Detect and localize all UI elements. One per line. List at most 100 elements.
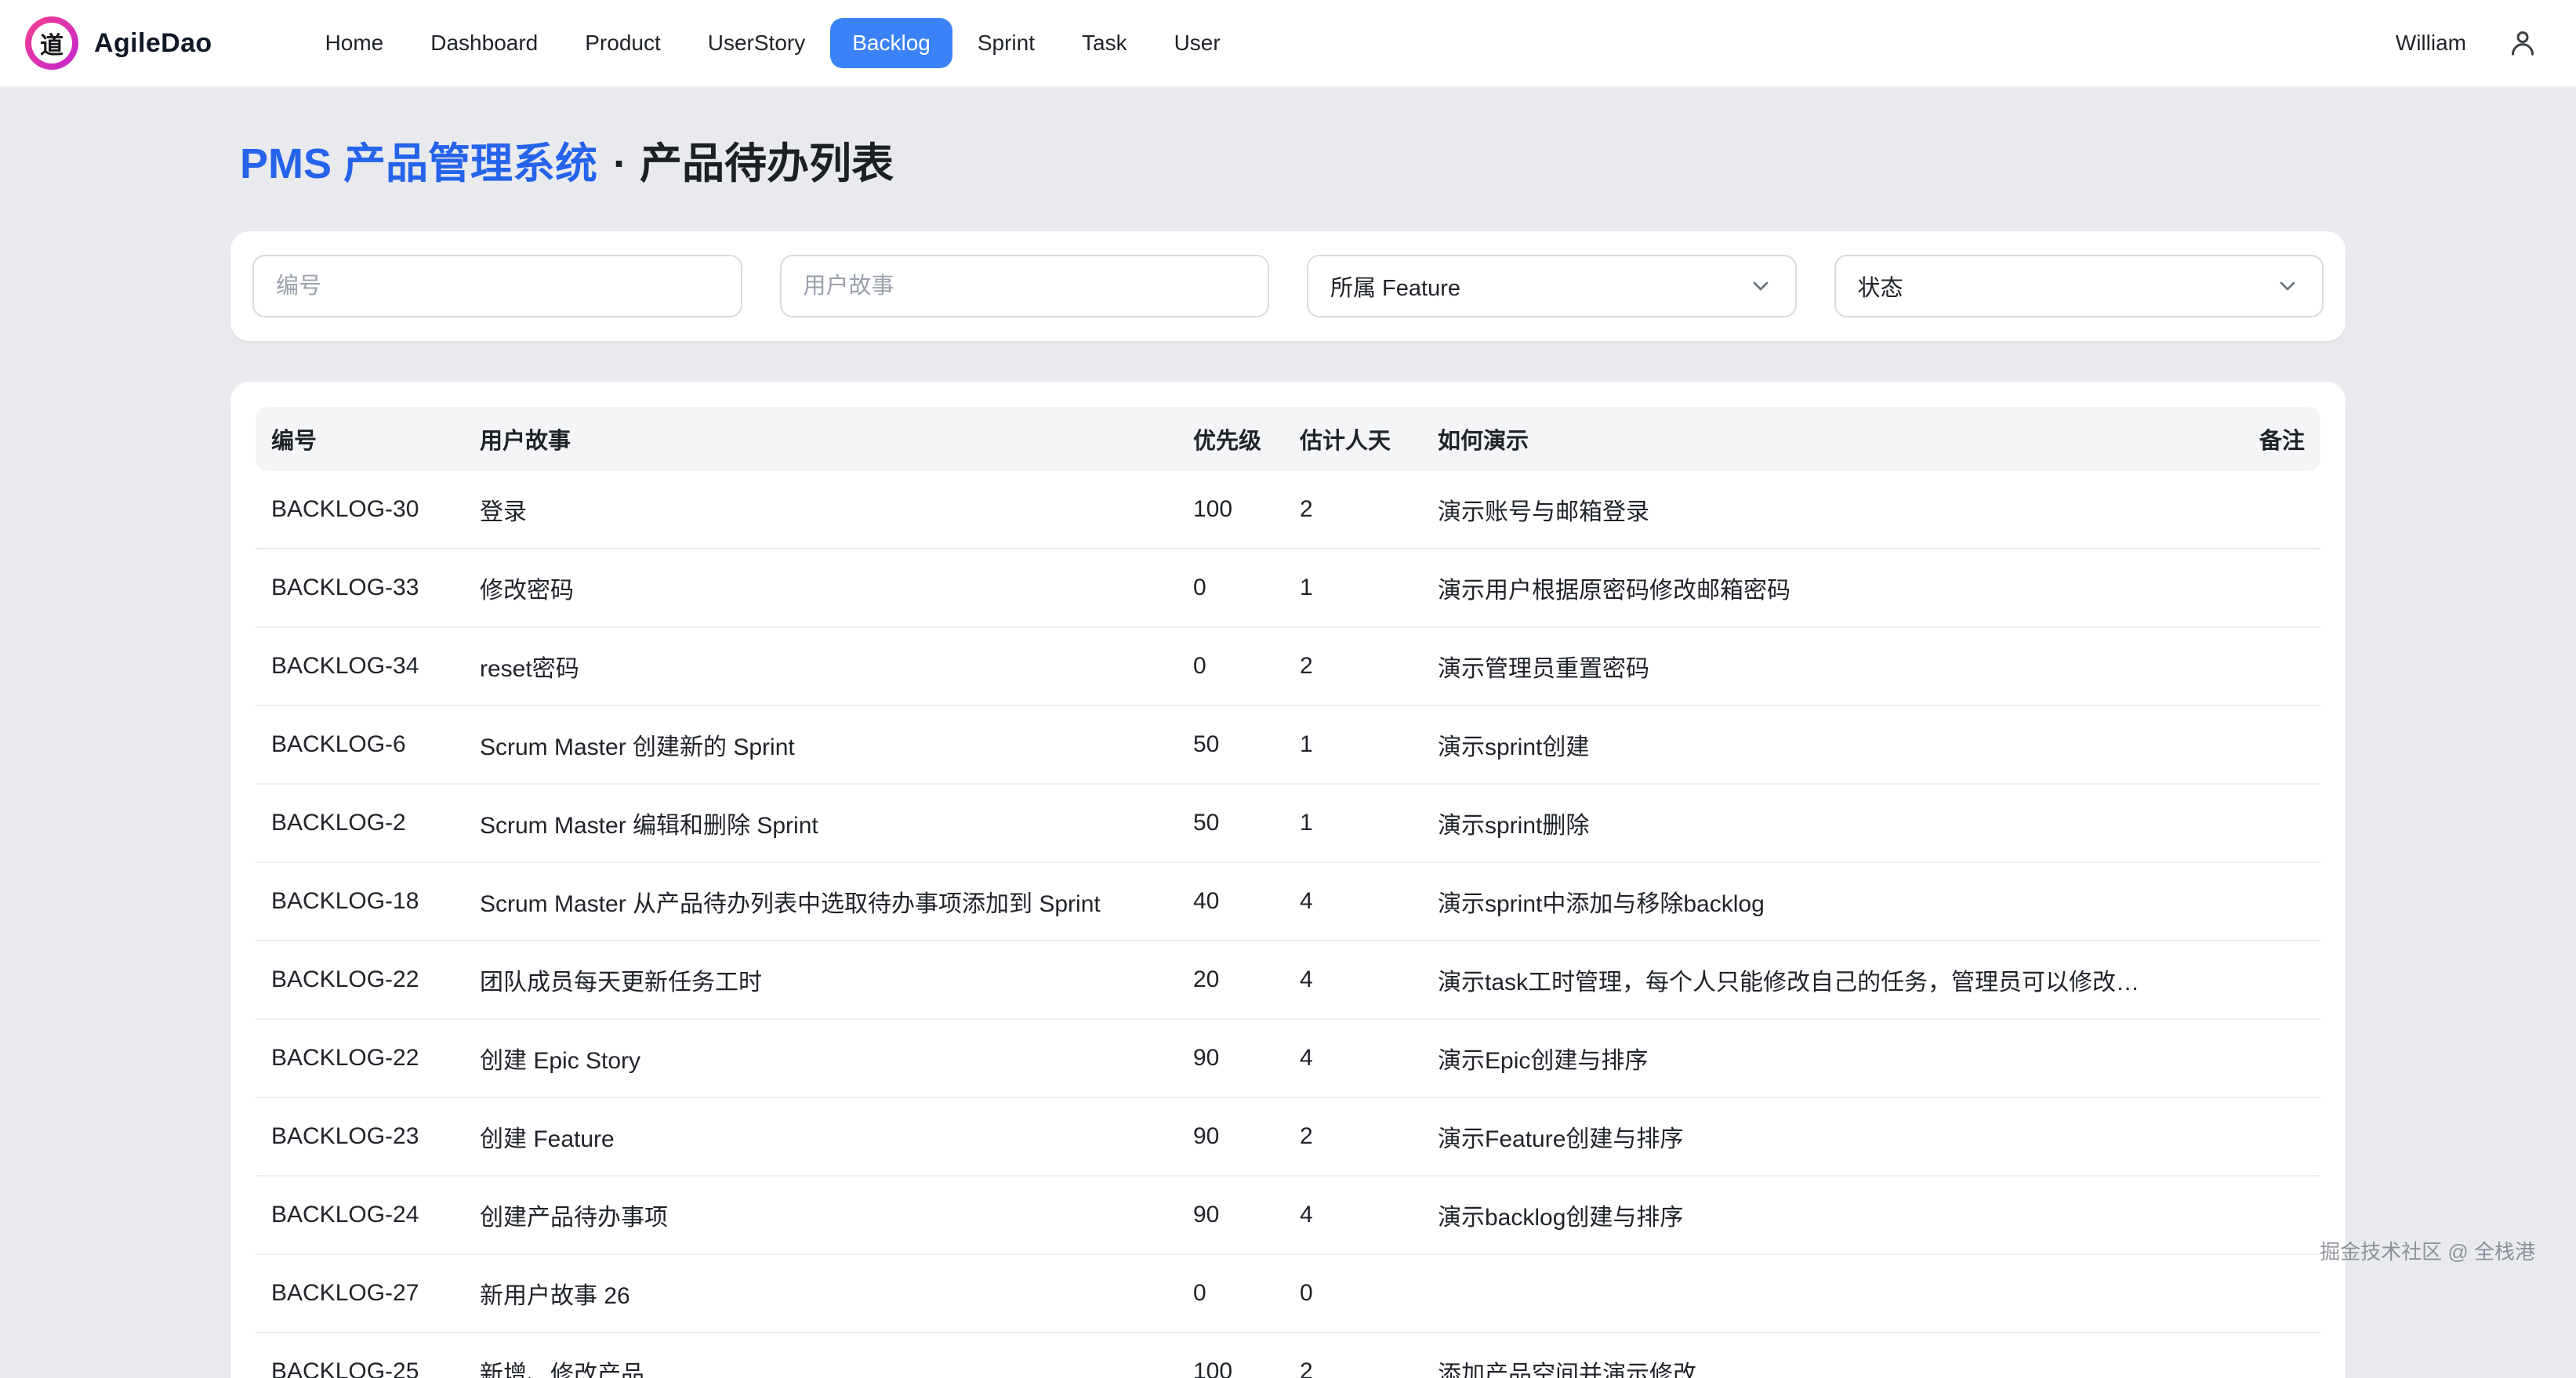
nav-item-product[interactable]: Product xyxy=(563,18,683,68)
column-header-如何演示: 如何演示 xyxy=(1422,407,2171,471)
cell-note xyxy=(2171,941,2320,1019)
cell-days: 2 xyxy=(1284,1097,1422,1176)
cell-note xyxy=(2171,705,2320,784)
cell-days: 2 xyxy=(1284,471,1422,549)
nav-item-task[interactable]: Task xyxy=(1060,18,1149,68)
backlog-table-card: 编号用户故事优先级估计人天如何演示备注 BACKLOG-30 登录 100 2 … xyxy=(230,382,2346,1378)
cell-story: Scrum Master 从产品待办列表中选取待办事项添加到 Sprint xyxy=(464,862,1177,941)
cell-story: 新用户故事 26 xyxy=(464,1254,1177,1333)
table-row[interactable]: BACKLOG-18 Scrum Master 从产品待办列表中选取待办事项添加… xyxy=(256,862,2320,941)
main-nav: HomeDashboardProductUserStoryBacklogSpri… xyxy=(303,18,1243,68)
cell-id: BACKLOG-30 xyxy=(256,471,464,549)
table-row[interactable]: BACKLOG-24 创建产品待办事项 90 4 演示backlog创建与排序 xyxy=(256,1176,2320,1254)
status-select[interactable]: 状态 xyxy=(1834,255,2324,317)
cell-demo: 演示sprint创建 xyxy=(1422,705,2171,784)
cell-story: 新增、修改产品 xyxy=(464,1333,1177,1378)
cell-days: 0 xyxy=(1284,1254,1422,1333)
nav-item-userstory[interactable]: UserStory xyxy=(686,18,827,68)
nav-item-sprint[interactable]: Sprint xyxy=(956,18,1057,68)
cell-id: BACKLOG-18 xyxy=(256,862,464,941)
cell-note xyxy=(2171,627,2320,705)
cell-priority: 90 xyxy=(1177,1176,1284,1254)
table-row[interactable]: BACKLOG-22 团队成员每天更新任务工时 20 4 演示task工时管理，… xyxy=(256,941,2320,1019)
cell-note xyxy=(2171,1254,2320,1333)
id-filter-input[interactable] xyxy=(252,255,742,317)
cell-story: Scrum Master 创建新的 Sprint xyxy=(464,705,1177,784)
cell-priority: 0 xyxy=(1177,549,1284,627)
cell-note xyxy=(2171,1333,2320,1378)
cell-story: 创建 Feature xyxy=(464,1097,1177,1176)
story-filter-input[interactable] xyxy=(780,255,1270,317)
cell-story: 团队成员每天更新任务工时 xyxy=(464,941,1177,1019)
nav-item-home[interactable]: Home xyxy=(303,18,406,68)
cell-story: 创建 Epic Story xyxy=(464,1019,1177,1097)
cell-id: BACKLOG-2 xyxy=(256,784,464,862)
cell-days: 2 xyxy=(1284,1333,1422,1378)
cell-priority: 50 xyxy=(1177,784,1284,862)
table-row[interactable]: BACKLOG-2 Scrum Master 编辑和删除 Sprint 50 1… xyxy=(256,784,2320,862)
status-select-value: 状态 xyxy=(1858,270,1903,303)
cell-days: 4 xyxy=(1284,1176,1422,1254)
navbar: 道 AgileDao HomeDashboardProductUserStory… xyxy=(0,0,2576,88)
nav-item-user[interactable]: User xyxy=(1152,18,1243,68)
cell-demo: 演示backlog创建与排序 xyxy=(1422,1176,2171,1254)
cell-note xyxy=(2171,1176,2320,1254)
table-row[interactable]: BACKLOG-25 新增、修改产品 100 2 添加产品空间并演示修改 xyxy=(256,1333,2320,1378)
cell-demo: 演示用户根据原密码修改邮箱密码 xyxy=(1422,549,2171,627)
backlog-table: 编号用户故事优先级估计人天如何演示备注 BACKLOG-30 登录 100 2 … xyxy=(256,407,2320,1378)
cell-demo: 添加产品空间并演示修改 xyxy=(1422,1333,2171,1378)
nav-item-backlog[interactable]: Backlog xyxy=(830,18,952,68)
table-row[interactable]: BACKLOG-33 修改密码 0 1 演示用户根据原密码修改邮箱密码 xyxy=(256,549,2320,627)
user-profile-icon[interactable] xyxy=(2507,27,2538,59)
cell-priority: 90 xyxy=(1177,1019,1284,1097)
cell-note xyxy=(2171,471,2320,549)
cell-story: 修改密码 xyxy=(464,549,1177,627)
app-logo-glyph: 道 xyxy=(31,23,72,63)
app-logo-icon: 道 xyxy=(25,16,78,70)
cell-id: BACKLOG-34 xyxy=(256,627,464,705)
cell-days: 4 xyxy=(1284,1019,1422,1097)
watermark: 掘金技术社区 @ 全栈港 xyxy=(2320,1236,2535,1265)
cell-demo: 演示task工时管理，每个人只能修改自己的任务，管理员可以修改全部 xyxy=(1422,941,2171,1019)
cell-priority: 0 xyxy=(1177,627,1284,705)
chevron-down-icon xyxy=(2275,274,2300,299)
table-row[interactable]: BACKLOG-23 创建 Feature 90 2 演示Feature创建与排… xyxy=(256,1097,2320,1176)
table-row[interactable]: BACKLOG-22 创建 Epic Story 90 4 演示Epic创建与排… xyxy=(256,1019,2320,1097)
cell-priority: 50 xyxy=(1177,705,1284,784)
table-row[interactable]: BACKLOG-30 登录 100 2 演示账号与邮箱登录 xyxy=(256,471,2320,549)
page-title: PMS 产品管理系统·产品待办列表 xyxy=(230,129,2346,190)
cell-id: BACKLOG-24 xyxy=(256,1176,464,1254)
table-row[interactable]: BACKLOG-34 reset密码 0 2 演示管理员重置密码 xyxy=(256,627,2320,705)
column-header-用户故事: 用户故事 xyxy=(464,407,1177,471)
cell-id: BACKLOG-6 xyxy=(256,705,464,784)
cell-id: BACKLOG-23 xyxy=(256,1097,464,1176)
filter-bar: 所属 Feature 状态 xyxy=(230,231,2346,341)
cell-priority: 40 xyxy=(1177,862,1284,941)
cell-demo: 演示管理员重置密码 xyxy=(1422,627,2171,705)
cell-priority: 20 xyxy=(1177,941,1284,1019)
cell-days: 4 xyxy=(1284,862,1422,941)
column-header-备注: 备注 xyxy=(2171,407,2320,471)
table-row[interactable]: BACKLOG-27 新用户故事 26 0 0 xyxy=(256,1254,2320,1333)
cell-demo: 演示账号与邮箱登录 xyxy=(1422,471,2171,549)
cell-story: Scrum Master 编辑和删除 Sprint xyxy=(464,784,1177,862)
brand-name: AgileDao xyxy=(94,28,212,59)
navbar-right: William xyxy=(2396,27,2538,59)
column-header-编号: 编号 xyxy=(256,407,464,471)
table-row[interactable]: BACKLOG-6 Scrum Master 创建新的 Sprint 50 1 … xyxy=(256,705,2320,784)
cell-id: BACKLOG-22 xyxy=(256,1019,464,1097)
cell-days: 1 xyxy=(1284,784,1422,862)
feature-select-value: 所属 Feature xyxy=(1330,270,1460,303)
user-name[interactable]: William xyxy=(2396,31,2466,56)
cell-id: BACKLOG-22 xyxy=(256,941,464,1019)
main-content: PMS 产品管理系统·产品待办列表 所属 Feature 状态 xyxy=(230,129,2346,1378)
cell-note xyxy=(2171,1019,2320,1097)
brand[interactable]: 道 AgileDao xyxy=(25,16,212,70)
cell-demo: 演示sprint删除 xyxy=(1422,784,2171,862)
cell-demo: 演示Epic创建与排序 xyxy=(1422,1019,2171,1097)
table-header-row: 编号用户故事优先级估计人天如何演示备注 xyxy=(256,407,2320,471)
feature-select[interactable]: 所属 Feature xyxy=(1307,255,1797,317)
cell-note xyxy=(2171,1097,2320,1176)
cell-priority: 100 xyxy=(1177,1333,1284,1378)
nav-item-dashboard[interactable]: Dashboard xyxy=(408,18,560,68)
